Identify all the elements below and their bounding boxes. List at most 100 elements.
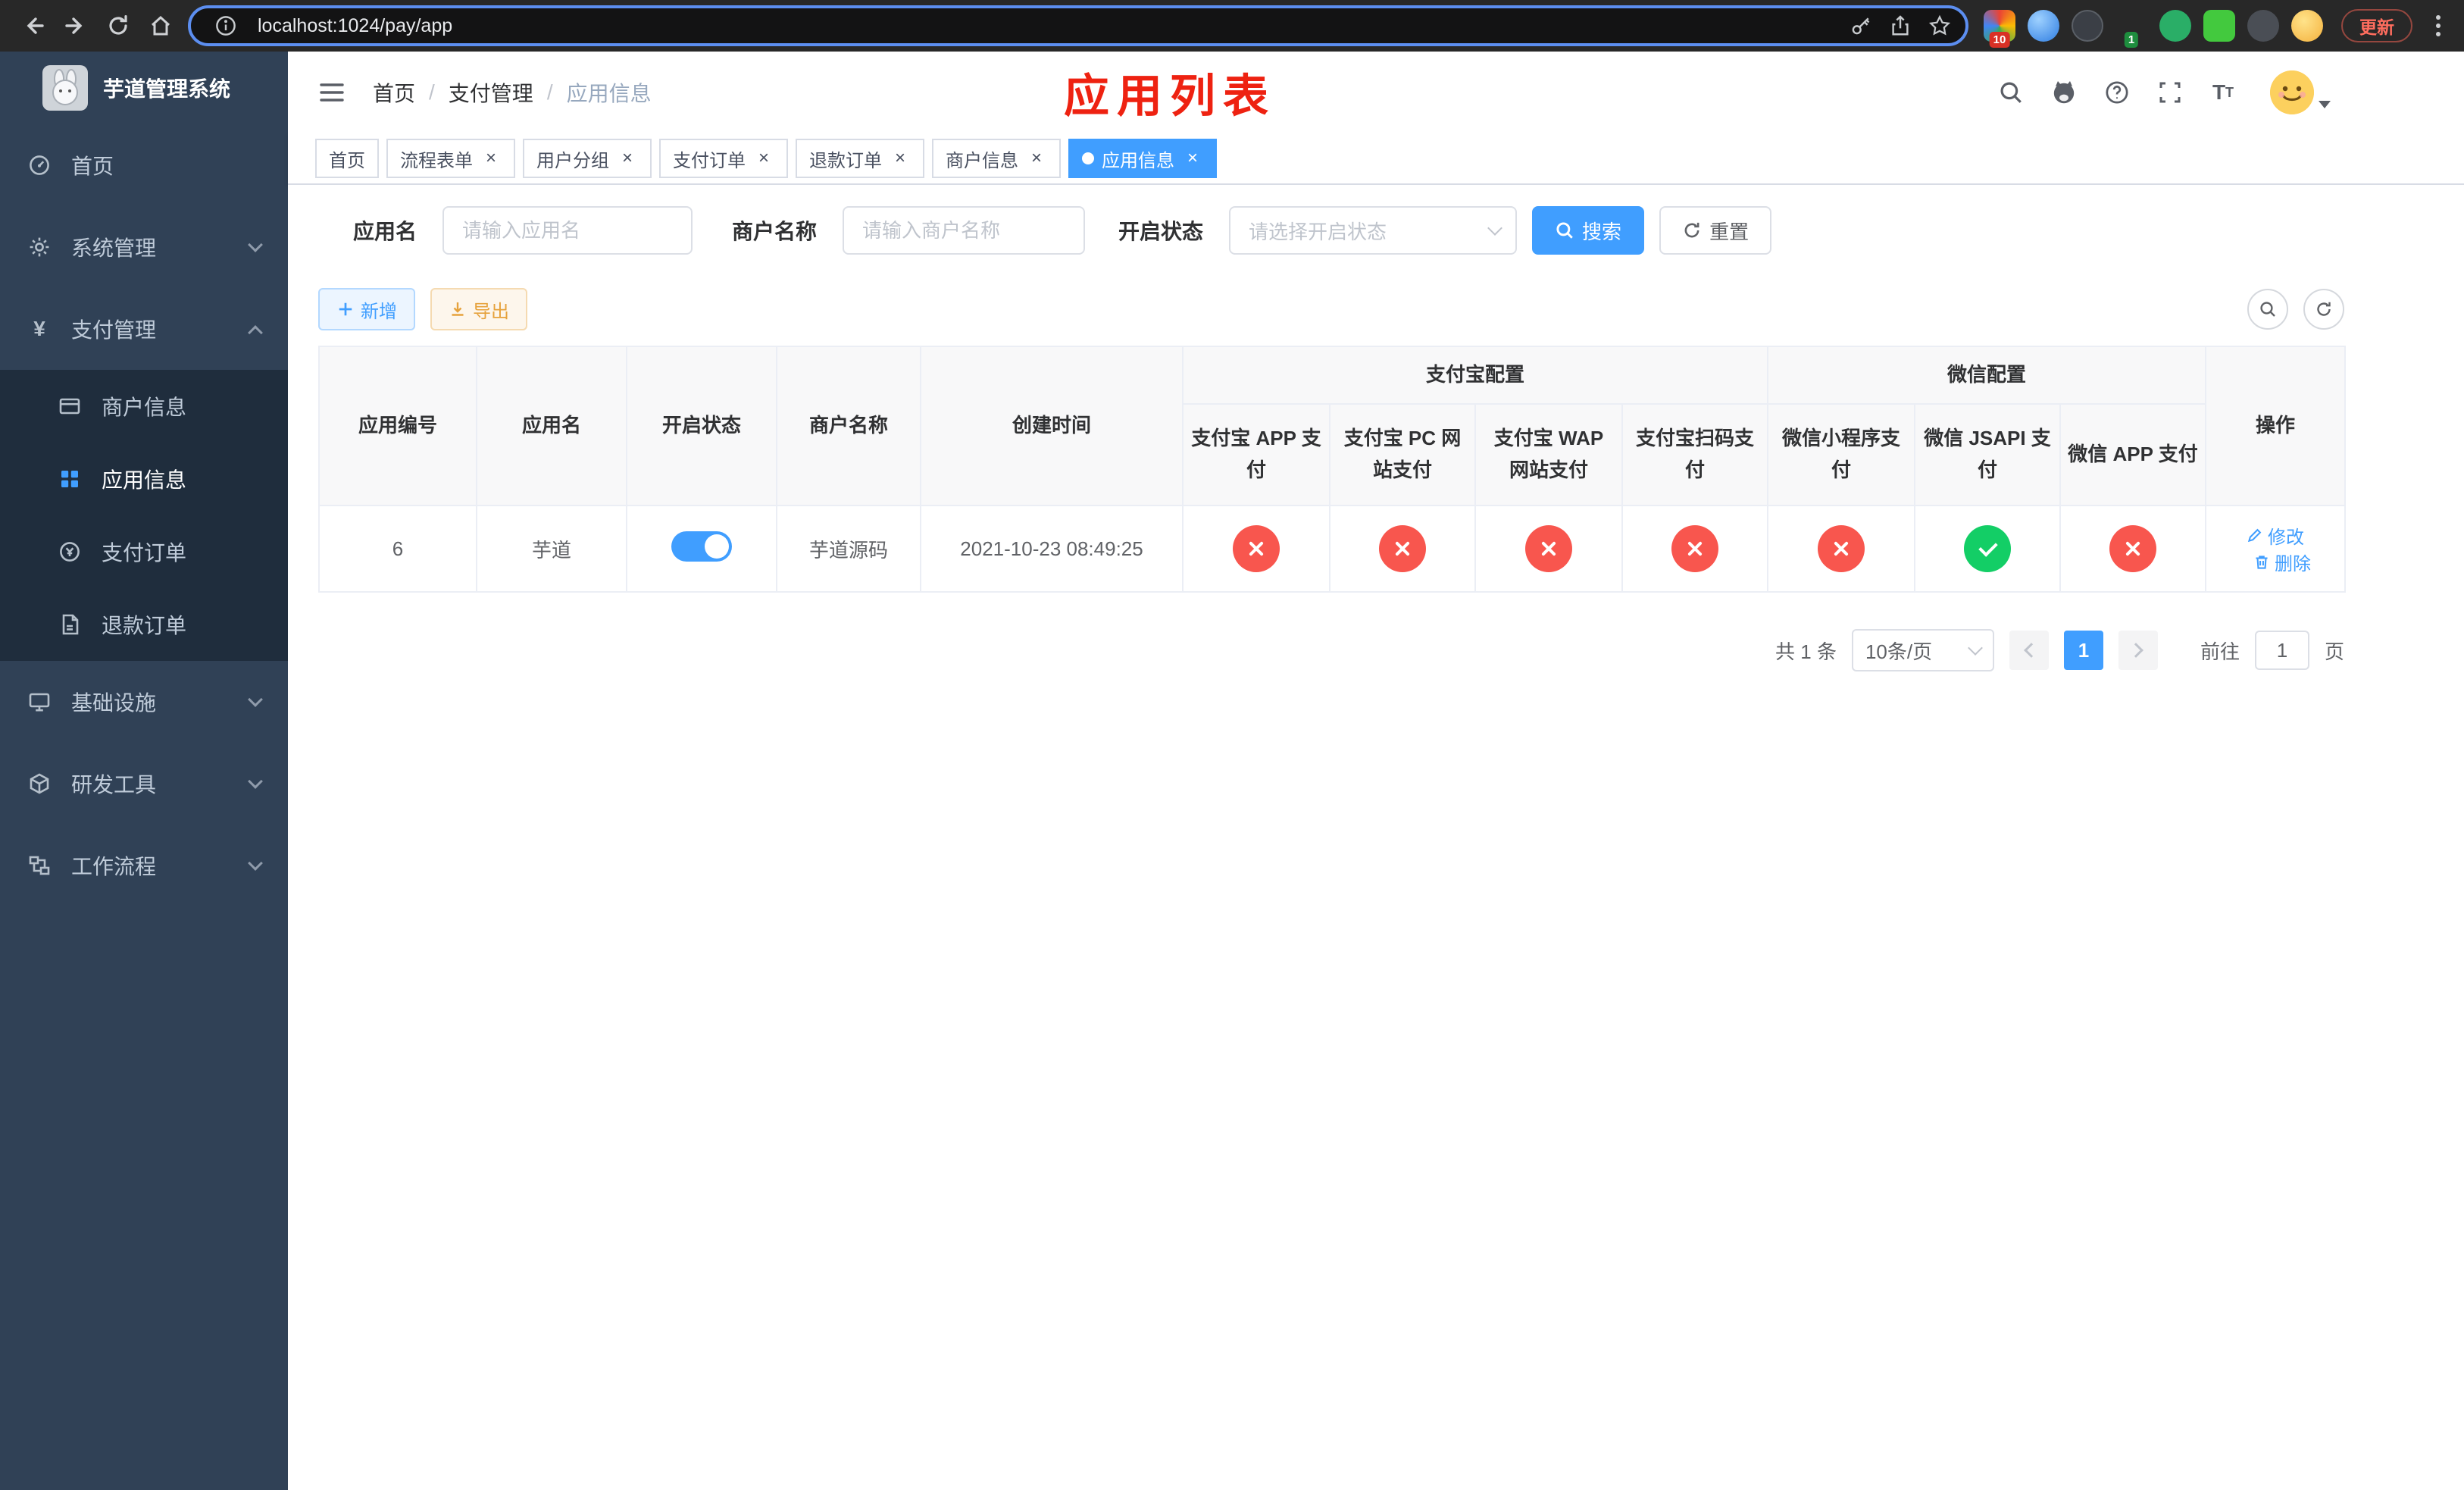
fullscreen-icon[interactable] [2155, 77, 2185, 108]
hide-search-button[interactable] [2247, 289, 2288, 330]
alipay-wap-status-icon [1525, 525, 1572, 572]
edit-link-label: 修改 [2268, 527, 2305, 548]
sidebar-item-label: 支付管理 [71, 318, 157, 342]
close-icon[interactable]: × [1182, 148, 1203, 169]
sidebar-item-workflow[interactable]: 工作流程 [0, 825, 288, 906]
extension-pin-icon[interactable] [2247, 10, 2279, 42]
sidebar-item-infrastructure[interactable]: 基础设施 [0, 661, 288, 743]
reset-button[interactable]: 重置 [1659, 206, 1772, 255]
extension-wechat-icon[interactable] [2159, 10, 2191, 42]
tab-home[interactable]: 首页 [315, 139, 379, 178]
prev-page-button[interactable] [2009, 631, 2049, 670]
edit-link[interactable]: 修改 [2247, 522, 2304, 549]
address-bar[interactable]: localhost:1024/pay/app [188, 5, 1968, 46]
add-button[interactable]: 新增 [318, 288, 415, 330]
sidebar-item-label: 研发工具 [71, 773, 157, 797]
close-icon[interactable]: × [753, 148, 774, 169]
merchant-name-label: 商户名称 [732, 220, 818, 243]
share-icon[interactable] [1881, 8, 1920, 44]
chrome-update-button[interactable]: 更新 [2341, 9, 2412, 42]
extension-badge: 10 [1989, 32, 2010, 48]
font-size-icon[interactable]: TT [2208, 77, 2238, 108]
extension-emoji-icon[interactable] [2291, 10, 2323, 42]
page-size-select[interactable]: 10条/页 [1851, 629, 1994, 671]
help-question-icon[interactable] [2102, 77, 2132, 108]
close-icon[interactable]: × [1026, 148, 1047, 169]
app-name-input[interactable] [442, 206, 693, 255]
browser-back-button[interactable] [12, 5, 55, 47]
extension-dark-globe-icon[interactable] [2072, 10, 2103, 42]
extension-avatar-icon[interactable]: 1 [2115, 10, 2147, 48]
bookmark-star-icon[interactable] [1920, 8, 1959, 44]
browser-forward-button[interactable] [55, 5, 97, 47]
sidebar-item-payment-management[interactable]: ¥ 支付管理 [0, 288, 288, 370]
extension-blue-drop-icon[interactable] [2028, 10, 2059, 42]
chevron-down-icon [248, 856, 263, 871]
export-button[interactable]: 导出 [430, 288, 527, 330]
breadcrumb-separator: / [546, 80, 553, 104]
close-icon[interactable]: × [480, 148, 502, 169]
tab-label: 商户信息 [946, 150, 1018, 171]
app-logo-bar[interactable]: 芋道管理系统 [0, 52, 288, 124]
export-button-label: 导出 [473, 301, 509, 322]
user-avatar-menu[interactable] [2270, 70, 2331, 114]
pay-order-icon [58, 540, 82, 564]
page-number-1[interactable]: 1 [2063, 631, 2103, 670]
sidebar-collapse-icon[interactable] [318, 80, 346, 105]
url-text[interactable]: localhost:1024/pay/app [258, 15, 452, 37]
status-label: 开启状态 [1118, 220, 1204, 243]
close-icon[interactable]: × [890, 148, 911, 169]
site-info-icon[interactable] [206, 8, 245, 44]
sidebar-item-payment-orders[interactable]: 支付订单 [0, 515, 288, 588]
browser-reload-button[interactable] [97, 5, 139, 47]
status-toggle[interactable] [671, 531, 732, 562]
sidebar-item-dev-tools[interactable]: 研发工具 [0, 743, 288, 825]
merchant-name-input[interactable] [843, 206, 1086, 255]
tab-merchant-info[interactable]: 商户信息 × [932, 139, 1061, 178]
sidebar-item-label: 工作流程 [71, 855, 157, 878]
sidebar-item-app-info[interactable]: 应用信息 [0, 443, 288, 515]
delete-link[interactable]: 删除 [2253, 549, 2311, 575]
tab-user-group[interactable]: 用户分组 × [523, 139, 652, 178]
status-select-placeholder: 请选择开启状态 [1249, 220, 1387, 243]
status-select[interactable]: 请选择开启状态 [1229, 206, 1518, 255]
col-header-created: 创建时间 [920, 346, 1184, 506]
sidebar-item-system-management[interactable]: 系统管理 [0, 206, 288, 288]
next-page-button[interactable] [2118, 631, 2158, 670]
extension-green-chat-icon[interactable] [2203, 10, 2235, 42]
avatar [2270, 70, 2314, 114]
goto-page-input[interactable] [2254, 631, 2309, 670]
col-header-alipay-wap: 支付宝 WAP 网站支付 [1474, 403, 1623, 506]
breadcrumb: 首页 / 支付管理 / 应用信息 [373, 77, 652, 108]
goto-label: 前往 [2200, 640, 2240, 663]
chevron-down-icon [248, 774, 263, 789]
chevron-down-icon [1968, 640, 1983, 656]
wx-mini-status-icon [1818, 525, 1865, 572]
wx-jsapi-status-icon [1964, 525, 2012, 572]
col-group-alipay: 支付宝配置 [1181, 346, 1769, 405]
search-icon[interactable] [1996, 77, 2026, 108]
yen-icon: ¥ [33, 317, 45, 340]
sidebar-item-home[interactable]: 首页 [0, 124, 288, 206]
tab-app-info[interactable]: 应用信息 × [1068, 139, 1217, 178]
sidebar-item-refund-orders[interactable]: 退款订单 [0, 588, 288, 661]
tab-payment-orders[interactable]: 支付订单 × [659, 139, 788, 178]
pagination-total: 共 1 条 [1775, 640, 1837, 663]
breadcrumb-payment[interactable]: 支付管理 [449, 77, 533, 108]
page-content: 应用名 商户名称 开启状态 请选择开启状态 搜索 重置 [288, 185, 2464, 1490]
sidebar-item-merchant-info[interactable]: 商户信息 [0, 370, 288, 443]
refresh-button[interactable] [2303, 289, 2344, 330]
github-icon[interactable] [2049, 77, 2079, 108]
tab-refund-orders[interactable]: 退款订单 × [796, 139, 924, 178]
password-key-icon[interactable] [1841, 8, 1881, 44]
tab-process-form[interactable]: 流程表单 × [386, 139, 515, 178]
search-button[interactable]: 搜索 [1532, 206, 1645, 255]
browser-menu-icon[interactable] [2425, 6, 2452, 45]
breadcrumb-home[interactable]: 首页 [373, 77, 415, 108]
tab-label: 用户分组 [536, 150, 609, 171]
extension-colorful-icon[interactable]: 10 [1984, 10, 2015, 48]
close-icon[interactable]: × [617, 148, 638, 169]
sidebar-item-label: 退款订单 [102, 614, 187, 637]
browser-home-button[interactable] [139, 5, 182, 47]
app-table: 应用编号 应用名 开启状态 商户名称 创建时间 支付宝配置 微信配置 操作 支付… [318, 346, 2347, 593]
